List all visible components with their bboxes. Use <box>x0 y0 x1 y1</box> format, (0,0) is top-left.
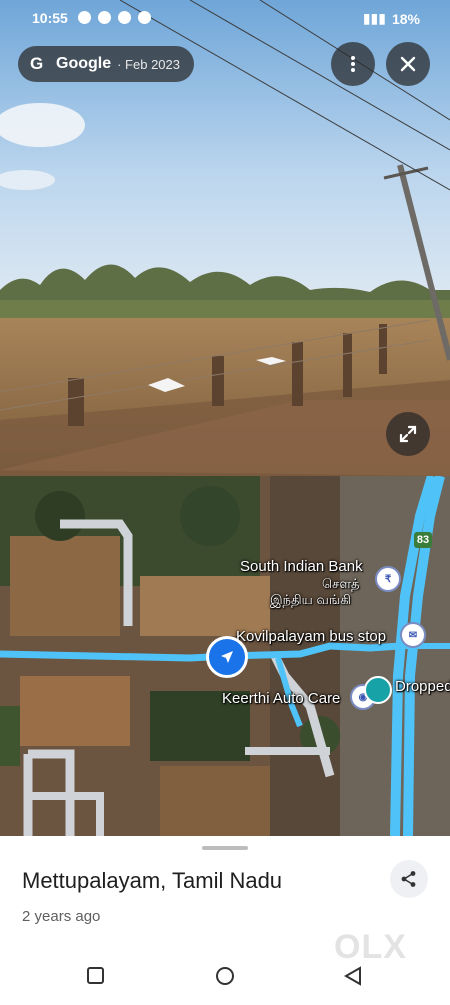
close-button[interactable] <box>386 42 430 86</box>
status-right: ▮▮▮ 18% <box>363 10 420 27</box>
direction-arrow-icon <box>221 651 233 663</box>
capture-age: 2 years ago <box>22 908 101 925</box>
back-icon <box>343 966 361 986</box>
place-title: Mettupalayam, Tamil Nadu <box>22 868 283 893</box>
notification-icon <box>138 11 151 24</box>
imagery-provider: Google <box>56 55 112 72</box>
bus-stop-label[interactable]: Kovilpalayam bus stop <box>236 628 386 645</box>
notification-icon <box>78 11 91 24</box>
drag-handle[interactable] <box>202 846 248 850</box>
imagery-info-chip[interactable]: G Google · Feb 2023 <box>18 46 194 82</box>
dropped-pin-label[interactable]: Dropped <box>395 678 450 695</box>
home-icon <box>216 967 234 985</box>
recents-icon <box>87 967 104 984</box>
bank-icon[interactable]: ₹ <box>375 566 401 592</box>
status-time: 10:55 <box>32 10 68 26</box>
current-location-icon[interactable] <box>206 636 248 678</box>
mail-icon[interactable]: ✉ <box>400 622 426 648</box>
more-options-button[interactable] <box>331 42 375 86</box>
bank-label-tamil-2: இந்திய வங்கி <box>270 592 351 607</box>
battery-level: 18% <box>391 10 420 27</box>
expand-button[interactable] <box>386 412 430 456</box>
status-notification-icons <box>78 11 151 24</box>
satellite-map[interactable]: 83 South Indian Bank சௌத் இந்திய வங்கி ₹… <box>0 476 450 836</box>
fullscreen-icon <box>399 425 417 443</box>
signal-icon: ▮▮▮ <box>362 10 386 26</box>
bank-label[interactable]: South Indian Bank <box>240 558 363 575</box>
system-nav-bar <box>0 956 450 1000</box>
imagery-date: · Feb 2023 <box>117 56 180 72</box>
google-g-icon: G <box>30 54 44 73</box>
auto-care-label[interactable]: Keerthi Auto Care <box>222 690 340 707</box>
share-icon <box>401 871 416 887</box>
share-button[interactable] <box>390 860 428 898</box>
route-shield: 83 <box>414 532 432 548</box>
bank-label-tamil-1: சௌத் <box>322 576 360 591</box>
status-bar: 10:55 ▮▮▮ 18% <box>0 8 450 30</box>
more-vert-icon <box>351 56 355 72</box>
close-icon <box>400 56 416 72</box>
notification-icon <box>118 11 131 24</box>
marker-icon[interactable] <box>364 676 392 704</box>
notification-icon <box>98 11 111 24</box>
